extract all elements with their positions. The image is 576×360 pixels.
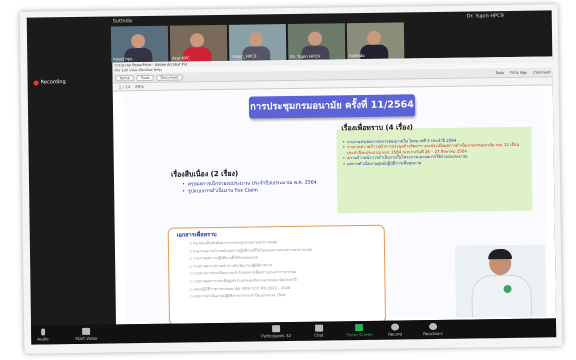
document-item: ○ สรุปการดำเนินงานปฏิบัติราชการประจำปีงบ… <box>189 293 286 299</box>
presenter-video[interactable] <box>454 244 546 318</box>
share-screen-icon <box>355 324 364 332</box>
participant-video[interactable]: Dr. Yupin HPC9 <box>287 23 346 61</box>
participant-strip: kaset hpc Krai-HPC วรรณา_HPC9 Dr. Yupin … <box>110 22 405 63</box>
participants-count: 32 <box>285 333 292 339</box>
documents-box: เอกสารเพื่อทราบ ○ สรุปประเด็นสำคัญจากการ… <box>167 224 387 325</box>
chat-icon <box>314 324 323 332</box>
record-icon <box>390 323 400 331</box>
microphone-icon <box>40 328 45 336</box>
recording-indicator: Recording <box>33 79 66 86</box>
video-camera-icon <box>82 327 91 335</box>
video-button[interactable]: Start Video <box>75 327 97 341</box>
info-heading: เรื่องเพื่อทราบ (4 เรื่อง) <box>341 123 414 133</box>
share-screen-button[interactable]: Share Screen <box>346 324 373 337</box>
document-tab[interactable]: Document <box>156 74 183 81</box>
shared-screen: การประชุม PowerPoint - Adobe Acrobat Pro… <box>112 56 557 325</box>
photo-frame: Suthida Dr. Yupin HPC9 kaset hpc Krai-HP… <box>19 4 563 354</box>
tools-tab[interactable]: Tools <box>136 74 154 81</box>
participant-label: วรรณา_HPC9 <box>231 53 257 59</box>
zoom-level[interactable]: 69% <box>135 84 144 89</box>
participant-video[interactable]: kaset hpc <box>110 25 169 63</box>
home-tab[interactable]: Home <box>115 74 134 81</box>
participants-icon <box>271 325 281 333</box>
comment-button[interactable]: Comment <box>533 70 550 74</box>
participants-button[interactable]: Participants 32 <box>261 325 291 338</box>
continuing-item: • รูปแบบการดำเนินงาน Fax Claim <box>182 188 259 195</box>
continuing-heading: เรื่องสืบเนื่อง (2 เรื่อง) <box>170 169 239 179</box>
logo-badge-icon <box>503 284 512 294</box>
fill-sign-button[interactable]: Fill & Sign <box>510 70 527 74</box>
tools-pane-button[interactable]: Tools <box>495 71 504 75</box>
smiley-icon <box>428 322 437 331</box>
audio-button[interactable]: Audio <box>37 328 49 342</box>
participant-name-right: Dr. Yupin HPC9 <box>466 13 504 20</box>
participant-label: Dr. Yupin HPC9 <box>290 53 320 59</box>
participant-label: Suthida <box>349 52 365 59</box>
reactions-button[interactable]: Reactions <box>423 322 443 336</box>
documents-heading: เอกสารเพื่อทราบ <box>176 232 217 239</box>
chat-button[interactable]: Chat <box>314 324 324 338</box>
continuing-list: • สรุปผลการเบิกจ่ายงบประมาณ ประจำปีงบประม… <box>182 180 322 196</box>
zoom-window: Suthida Dr. Yupin HPC9 kaset hpc Krai-HP… <box>26 10 557 345</box>
info-list: • รายงานสรุปผลการตรวจสอบภายใน ไตรมาสที่ 3… <box>342 137 528 167</box>
presenter-hair <box>488 248 513 260</box>
participant-video[interactable]: Suthida <box>346 22 405 60</box>
documents-list: ○ สรุปประเด็นสำคัญจากการประชุมกระทรวงสาธ… <box>189 239 313 301</box>
record-dot-icon <box>33 80 39 86</box>
presenter-body <box>471 274 533 318</box>
page-indicator[interactable]: 1 / 14 <box>119 84 131 89</box>
participant-label: Krai-HPC <box>172 55 190 61</box>
participant-video[interactable]: วรรณา_HPC9 <box>228 24 287 61</box>
participant-video[interactable]: Krai-HPC <box>169 24 228 62</box>
presentation-slide: การประชุมกรมอนามัย ครั้งที่ 11/2564 เรื่… <box>122 86 548 325</box>
record-button[interactable]: Record <box>388 323 402 337</box>
meeting-controls: Audio Start Video Participants 32 Chat S… <box>31 318 557 345</box>
slide-title: การประชุมกรมอนามัย ครั้งที่ 11/2564 <box>248 94 416 119</box>
participant-name-left: Suthida <box>112 18 132 25</box>
recording-label: Recording <box>40 79 66 86</box>
participant-label: kaset hpc <box>113 56 133 62</box>
